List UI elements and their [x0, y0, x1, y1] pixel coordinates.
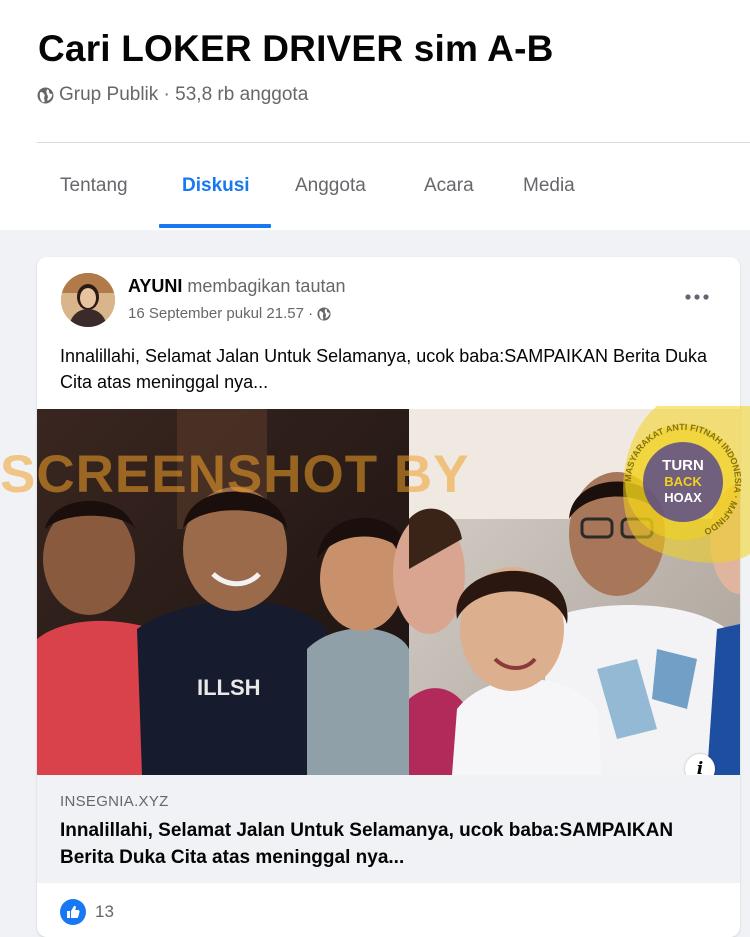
tab-tentang[interactable]: Tentang [60, 175, 128, 197]
svg-text:ILLSH: ILLSH [197, 675, 261, 700]
tab-media[interactable]: Media [523, 175, 575, 197]
group-title[interactable]: Cari LOKER DRIVER sim A-B [38, 28, 554, 70]
reaction-count: 13 [95, 902, 114, 921]
globe-icon [317, 306, 331, 321]
link-title[interactable]: Innalillahi, Selamat Jalan Untuk Selaman… [60, 817, 720, 871]
author-action: membagikan tautan [187, 276, 346, 296]
link-domain: INSEGNIA.XYZ [60, 793, 169, 810]
tab-diskusi[interactable]: Diskusi [182, 175, 250, 197]
post-text: Innalillahi, Selamat Jalan Untuk Selaman… [60, 346, 707, 392]
like-icon [60, 899, 86, 925]
group-header: Cari LOKER DRIVER sim A-B Grup Publik · … [0, 0, 750, 230]
more-options-button[interactable] [677, 285, 717, 309]
more-icon [685, 294, 709, 300]
group-meta: Grup Publik · 53,8 rb anggota [37, 84, 308, 106]
avatar[interactable] [61, 273, 115, 327]
post-time-text[interactable]: 16 September pukul 21.57 · [128, 305, 313, 322]
active-tab-indicator [159, 224, 271, 228]
post-timestamp: 16 September pukul 21.57 · [128, 305, 331, 322]
reactions-summary[interactable]: 13 [60, 899, 114, 925]
author-name[interactable]: AYUNI [128, 276, 182, 296]
link-preview-image[interactable]: ILLSH [37, 409, 740, 775]
author-line: AYUNI membagikan tautan [128, 276, 345, 297]
globe-icon [37, 87, 54, 103]
tab-anggota[interactable]: Anggota [295, 175, 366, 197]
post-card: AYUNI membagikan tautan 16 September puk… [37, 257, 740, 937]
group-tabs: Tentang Diskusi Anggota Acara Media [0, 143, 750, 230]
tab-acara[interactable]: Acara [424, 175, 474, 197]
link-preview[interactable]: INSEGNIA.XYZ Innalillahi, Selamat Jalan … [37, 775, 740, 883]
group-meta-text: Grup Publik · 53,8 rb anggota [59, 84, 309, 105]
